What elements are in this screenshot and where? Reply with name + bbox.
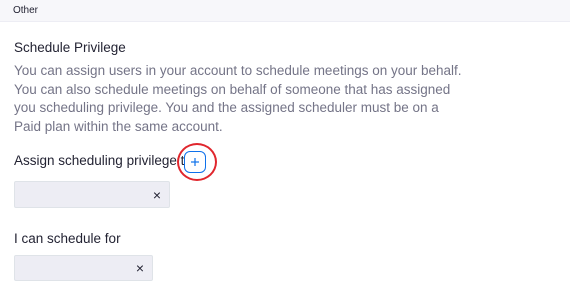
schedule-privilege-description: You can assign users in your account to … — [14, 63, 462, 134]
section-header-label: Other — [13, 5, 39, 16]
settings-page: Other Schedule Privilege You can assign … — [0, 0, 570, 281]
assigned-scheduler-field[interactable]: × — [14, 181, 170, 208]
assign-privilege-label: Assign scheduling privilege to — [14, 153, 192, 168]
section-header-other: Other — [0, 0, 570, 22]
schedule-for-field[interactable]: × — [14, 255, 153, 281]
schedule-for-label: I can schedule for — [14, 231, 121, 246]
close-icon[interactable]: × — [153, 188, 161, 202]
close-icon[interactable]: × — [136, 261, 144, 275]
schedule-privilege-title: Schedule Privilege — [14, 40, 126, 55]
plus-icon — [191, 158, 199, 166]
add-scheduler-button[interactable] — [184, 151, 206, 173]
